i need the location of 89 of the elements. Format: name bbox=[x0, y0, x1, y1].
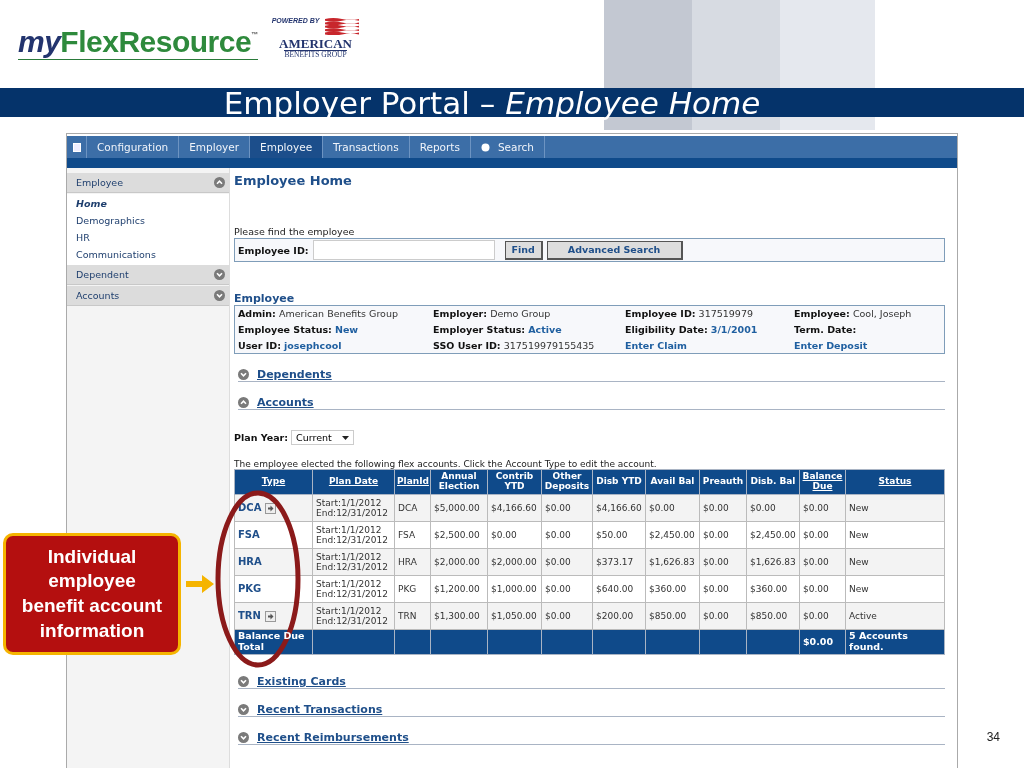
sidebar-item[interactable]: Home bbox=[67, 195, 229, 212]
table-cell: Start:1/1/2012 End:12/31/2012 bbox=[312, 575, 395, 603]
table-cell: Active bbox=[845, 602, 945, 630]
column-header: Disb. Bal bbox=[746, 469, 800, 495]
section-link[interactable]: Dependents bbox=[257, 368, 332, 381]
field-label: Term. Date: bbox=[794, 324, 857, 335]
field-label: Employer: bbox=[433, 308, 488, 319]
table-cell: Start:1/1/2012 End:12/31/2012 bbox=[312, 521, 395, 549]
section-link[interactable]: Accounts bbox=[257, 396, 314, 409]
field-value: Active bbox=[528, 324, 562, 335]
employee-id-field[interactable] bbox=[312, 240, 495, 260]
column-header: Disb YTD bbox=[592, 469, 646, 495]
arrow-icon bbox=[186, 573, 214, 595]
field-label: SSO User ID: bbox=[433, 340, 501, 351]
section-link[interactable]: Existing Cards bbox=[257, 675, 346, 688]
table-cell: New bbox=[845, 548, 945, 576]
table-cell: New bbox=[845, 575, 945, 603]
table-cell: New bbox=[845, 521, 945, 549]
column-header: Contrib YTD bbox=[487, 469, 542, 495]
field-label: Admin: bbox=[238, 308, 276, 319]
sidebar-item[interactable]: HR bbox=[67, 229, 229, 246]
nav-tab[interactable]: Employee bbox=[250, 136, 324, 158]
expand-icon[interactable] bbox=[238, 704, 249, 715]
table-cell: Start:1/1/2012 End:12/31/2012 bbox=[312, 494, 395, 522]
page-icon bbox=[72, 142, 81, 152]
expand-icon[interactable] bbox=[238, 676, 249, 687]
footer-count: 5 Accounts found. bbox=[849, 631, 909, 653]
field-label: Employee Status: bbox=[238, 324, 332, 335]
sidebar-item[interactable]: Demographics bbox=[67, 212, 229, 229]
footer-balance: $0.00 bbox=[803, 636, 834, 647]
section-heading: Employee bbox=[234, 292, 296, 305]
column-header[interactable]: PlanId bbox=[394, 469, 431, 495]
expand-icon[interactable] bbox=[238, 369, 249, 380]
flag-icon bbox=[325, 16, 360, 35]
sidebar-group[interactable]: Accounts bbox=[67, 286, 229, 306]
field-value: josephcool bbox=[284, 340, 342, 351]
column-header: Other Deposits bbox=[541, 469, 593, 495]
group-label[interactable]: Accounts bbox=[76, 290, 120, 301]
column-header: Annual Election bbox=[430, 469, 488, 495]
sidebar-item[interactable]: Communications bbox=[67, 246, 229, 263]
expand-icon[interactable] bbox=[238, 732, 249, 743]
field-label: Eligibility Date: bbox=[625, 324, 708, 335]
find-button[interactable]: Find bbox=[504, 240, 543, 260]
field-value: 3/1/2001 bbox=[710, 324, 758, 335]
caret-icon bbox=[341, 435, 349, 440]
find-prompt: Please find the employee bbox=[234, 226, 356, 237]
footer-label: Balance Due Total bbox=[238, 631, 306, 653]
page-number: 34 bbox=[986, 730, 1000, 744]
field-value: Cool, Joseph bbox=[852, 308, 912, 319]
field-value: 317519979 bbox=[698, 308, 753, 319]
group-label[interactable]: Employee bbox=[76, 177, 124, 188]
plan-year-select[interactable]: Current bbox=[291, 430, 354, 445]
field-label: Employee: bbox=[794, 308, 850, 319]
field-label: Employer Status: bbox=[433, 324, 526, 335]
field-label: Employee ID: bbox=[238, 244, 309, 256]
section-link[interactable]: Recent Transactions bbox=[257, 703, 383, 716]
callout: Individual employee benefit account information bbox=[3, 533, 181, 655]
column-header[interactable]: Plan Date bbox=[312, 469, 395, 495]
field-label: User ID: bbox=[238, 340, 282, 351]
column-header: Avail Bal bbox=[645, 469, 700, 495]
arrow-icon[interactable] bbox=[264, 610, 276, 622]
arrow-icon[interactable] bbox=[265, 502, 277, 514]
link[interactable]: Enter Deposit bbox=[794, 340, 868, 351]
field-label: Employee ID: bbox=[625, 308, 696, 319]
search-icon bbox=[480, 142, 490, 152]
field-value: New bbox=[334, 324, 359, 335]
field-value: 317519979155435 bbox=[503, 340, 595, 351]
group-label[interactable]: Dependent bbox=[76, 269, 129, 280]
expand-icon[interactable] bbox=[214, 290, 225, 301]
column-header[interactable]: Type bbox=[234, 469, 313, 495]
table-cell: Start:1/1/2012 End:12/31/2012 bbox=[312, 548, 395, 576]
page-heading: Employee Home bbox=[234, 173, 353, 188]
column-header[interactable]: Balance Due bbox=[799, 469, 846, 495]
sidebar-group[interactable]: Employee bbox=[67, 173, 229, 193]
accounts-note: The employee elected the following flex accounts. Click the Account Type to edit the account. bbox=[234, 459, 658, 469]
table-cell: New bbox=[845, 494, 945, 522]
section-link[interactable]: Recent Reimbursements bbox=[257, 731, 409, 744]
sidebar-group[interactable]: Dependent bbox=[67, 265, 229, 285]
table-cell: Start:1/1/2012 End:12/31/2012 bbox=[312, 602, 395, 630]
collapse-icon[interactable] bbox=[214, 177, 225, 188]
link[interactable]: Enter Claim bbox=[625, 340, 688, 351]
collapse-icon[interactable] bbox=[238, 397, 249, 408]
field-label: Plan Year: bbox=[234, 432, 289, 443]
field-value: Demo Group bbox=[490, 308, 551, 319]
field-value: American Benefits Group bbox=[278, 308, 398, 319]
expand-icon[interactable] bbox=[214, 269, 225, 280]
advanced-search-button[interactable]: Advanced Search bbox=[546, 240, 683, 260]
column-header: Preauth bbox=[699, 469, 747, 495]
column-header[interactable]: Status bbox=[845, 469, 945, 495]
